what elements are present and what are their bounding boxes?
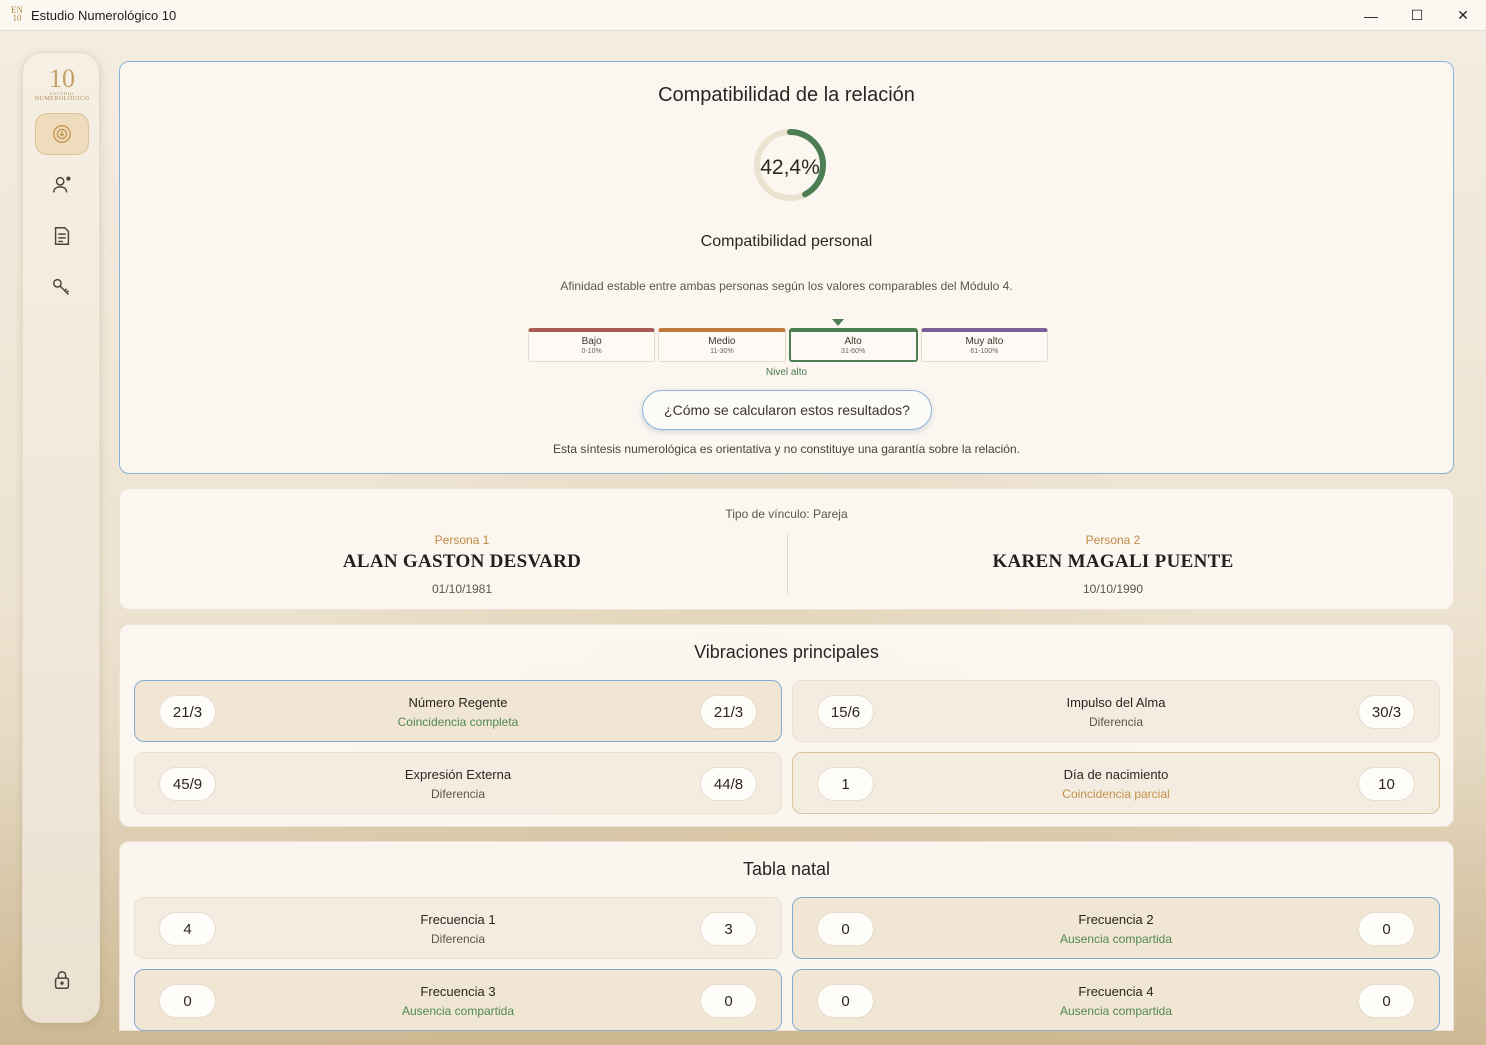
- how-calculated-button[interactable]: ¿Cómo se calcularon estos resultados?: [642, 390, 932, 430]
- card-title: Expresión Externa: [404, 767, 512, 782]
- level-label: Nivel alto: [765, 367, 808, 378]
- card-frequency-2[interactable]: 0 Frecuencia 2 Ausencia compartida 0: [792, 897, 1440, 959]
- person-2: Persona 2 KAREN MAGALI PUENTE 10/10/1990: [833, 533, 1393, 596]
- card-title: Frecuencia 2: [1078, 912, 1154, 927]
- person-2-name: KAREN MAGALI PUENTE: [992, 551, 1234, 572]
- app-logo: 10 ESTUDIO NUMEROLÓGICO: [34, 64, 90, 103]
- document-icon: [54, 227, 70, 245]
- card-title: Frecuencia 1: [420, 912, 496, 927]
- user-icon: [53, 176, 71, 193]
- vibrations-panel: Vibraciones principales 21/3 Número Rege…: [119, 624, 1454, 827]
- persons-divider: [787, 533, 788, 595]
- compatibility-panel: Compatibilidad de la relación 42,4% Comp…: [119, 61, 1454, 474]
- value-person-2: 10: [1358, 767, 1415, 801]
- card-external-expression[interactable]: 45/9 Expresión Externa Diferencia 44/8: [134, 752, 782, 814]
- level-marker: [832, 319, 844, 326]
- nav-compatibility[interactable]: [35, 113, 89, 155]
- card-status: Coincidencia completa: [397, 715, 519, 729]
- compatibility-subtitle: Compatibilidad personal: [700, 233, 873, 250]
- persons-panel: Tipo de vínculo: Pareja Persona 1 ALAN G…: [119, 488, 1454, 610]
- title-bar: EN 10 Estudio Numerológico 10 — ☐ ✕: [0, 0, 1486, 31]
- card-status: Diferencia: [430, 787, 486, 801]
- card-status: Ausencia compartida: [1059, 932, 1173, 946]
- value-person-2: 21/3: [700, 695, 757, 729]
- value-person-2: 3: [700, 912, 757, 946]
- card-title: Número Regente: [408, 695, 508, 710]
- app-icon: EN 10: [11, 5, 23, 23]
- card-status: Diferencia: [1088, 715, 1144, 729]
- card-frequency-3[interactable]: 0 Frecuencia 3 Ausencia compartida 0: [134, 969, 782, 1031]
- nav-lock[interactable]: [35, 959, 89, 1001]
- card-birth-day[interactable]: 1 Día de nacimiento Coincidencia parcial…: [792, 752, 1440, 814]
- key-icon: [53, 278, 69, 295]
- natal-table-title: Tabla natal: [742, 859, 831, 879]
- card-frequency-4[interactable]: 0 Frecuencia 4 Ausencia compartida 0: [792, 969, 1440, 1031]
- card-ruling-number[interactable]: 21/3 Número Regente Coincidencia complet…: [134, 680, 782, 742]
- card-status: Coincidencia parcial: [1062, 787, 1170, 801]
- card-title: Frecuencia 3: [420, 984, 496, 999]
- natal-table-panel: Tabla natal 4 Frecuencia 1 Diferencia 3 …: [119, 841, 1454, 1031]
- compatibility-title: Compatibilidad de la relación: [658, 84, 915, 106]
- value-person-2: 0: [1358, 984, 1415, 1018]
- maximize-button[interactable]: ☐: [1394, 0, 1440, 31]
- card-title: Día de nacimiento: [1063, 767, 1169, 782]
- level-medium: Medio 11-30%: [658, 328, 786, 362]
- card-status: Ausencia compartida: [401, 1004, 515, 1018]
- person-1-date: 01/10/1981: [431, 582, 493, 596]
- vibrations-title: Vibraciones principales: [694, 642, 879, 662]
- compatibility-icon: [53, 125, 71, 143]
- person-1: Persona 1 ALAN GASTON DESVARD 01/10/1981: [182, 533, 742, 596]
- level-very-high: Muy alto 61-100%: [920, 328, 1048, 362]
- card-status: Ausencia compartida: [1059, 1004, 1173, 1018]
- nav-reports[interactable]: [35, 215, 89, 257]
- disclaimer: Esta síntesis numerológica es orientativ…: [553, 442, 1020, 456]
- sidebar: 10 ESTUDIO NUMEROLÓGICO: [22, 52, 100, 1023]
- person-1-label: Persona 1: [434, 533, 490, 547]
- compatibility-percent: 42,4%: [760, 156, 820, 179]
- relationship-type: Tipo de vínculo: Pareja: [725, 507, 848, 521]
- close-button[interactable]: ✕: [1440, 0, 1486, 31]
- card-title: Frecuencia 4: [1078, 984, 1154, 999]
- value-person-2: 30/3: [1358, 695, 1415, 729]
- level-high: Alto 31-60%: [788, 328, 918, 362]
- card-frequency-1[interactable]: 4 Frecuencia 1 Diferencia 3: [134, 897, 782, 959]
- nav-persons[interactable]: [35, 164, 89, 206]
- lock-icon: [54, 971, 70, 989]
- value-person-2: 0: [700, 984, 757, 1018]
- window-title: Estudio Numerológico 10: [31, 7, 177, 23]
- value-person-2: 44/8: [700, 767, 757, 801]
- level-low: Bajo 0-10%: [528, 328, 656, 362]
- person-2-label: Persona 2: [1085, 533, 1141, 547]
- card-soul-urge[interactable]: 15/6 Impulso del Alma Diferencia 30/3: [792, 680, 1440, 742]
- value-person-2: 0: [1358, 912, 1415, 946]
- person-1-name: ALAN GASTON DESVARD: [342, 551, 582, 572]
- compatibility-description: Afinidad estable entre ambas personas se…: [560, 279, 1013, 293]
- card-title: Impulso del Alma: [1066, 695, 1166, 710]
- card-status: Diferencia: [430, 932, 486, 946]
- minimize-button[interactable]: —: [1348, 0, 1394, 31]
- person-2-date: 10/10/1990: [1082, 582, 1144, 596]
- window-controls: — ☐ ✕: [1348, 0, 1486, 31]
- nav-license[interactable]: [35, 266, 89, 308]
- level-scale: Bajo 0-10% Medio 11-30% Alto 31-60% Muy alt…: [528, 328, 1048, 362]
